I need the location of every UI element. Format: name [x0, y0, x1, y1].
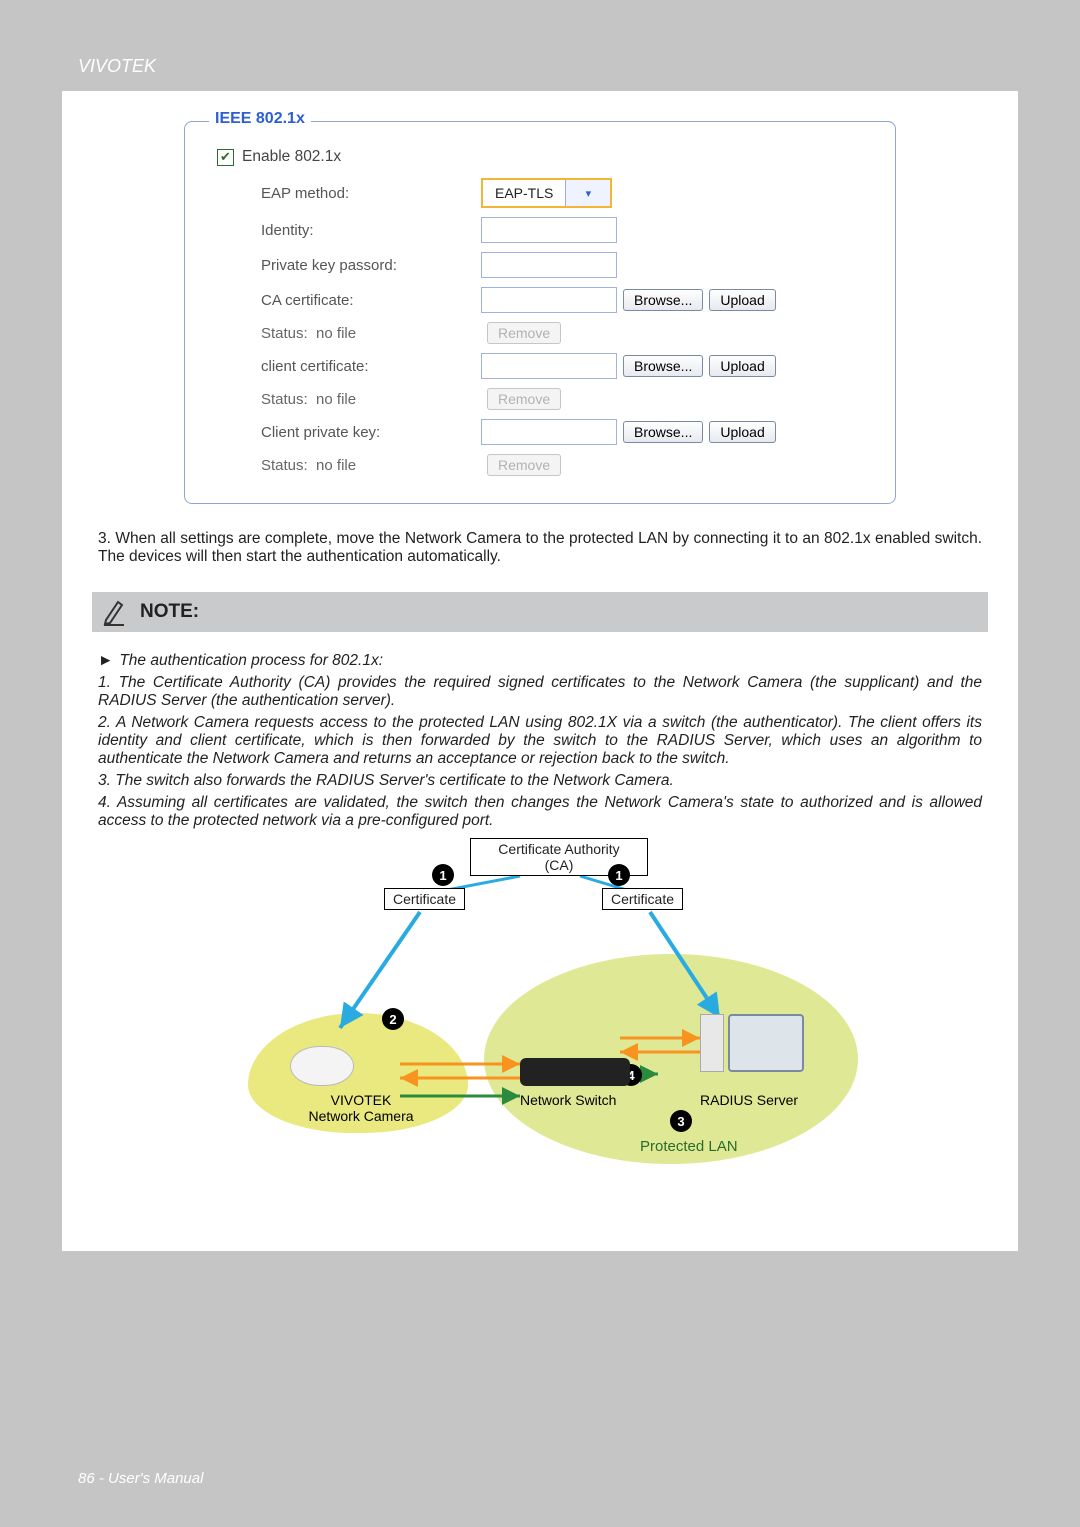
eap-method-label: EAP method: — [261, 185, 481, 202]
client-key-status-value: no file — [316, 457, 356, 474]
ca-upload-button[interactable]: Upload — [709, 289, 775, 311]
note-title: NOTE: — [140, 601, 199, 623]
fieldset-legend: IEEE 802.1x — [209, 110, 311, 128]
camera-label: VIVOTEKNetwork Camera — [286, 1092, 436, 1124]
certificate-right-box: Certificate — [602, 888, 683, 910]
ca-browse-button[interactable]: Browse... — [623, 289, 703, 311]
note-item-1: 1. The Certificate Authority (CA) provid… — [98, 674, 982, 710]
client-key-remove-button: Remove — [487, 454, 561, 476]
ca-status-label: Status: — [261, 325, 308, 342]
client-cert-upload-button[interactable]: Upload — [709, 355, 775, 377]
eap-method-select[interactable]: EAP-TLS ▾ — [481, 178, 612, 208]
ca-certificate-label: CA certificate: — [261, 292, 481, 309]
client-key-upload-button[interactable]: Upload — [709, 421, 775, 443]
page-footer: 86 - User's Manual — [78, 1470, 203, 1487]
private-key-password-input[interactable] — [481, 252, 617, 278]
ca-certificate-file-input[interactable] — [481, 287, 617, 313]
step-1-badge-left: 1 — [432, 864, 454, 886]
client-cert-status-label: Status: — [261, 391, 308, 408]
protected-lan-label: Protected LAN — [640, 1138, 738, 1155]
step-3-badge: 3 — [670, 1110, 692, 1132]
client-cert-status-value: no file — [316, 391, 356, 408]
step-2-badge: 2 — [382, 1008, 404, 1030]
radius-label: RADIUS Server — [700, 1092, 798, 1108]
ca-status-value: no file — [316, 325, 356, 342]
note-item-3: 3. The switch also forwards the RADIUS S… — [98, 772, 982, 790]
chevron-down-icon: ▾ — [565, 180, 610, 206]
manual-title: User's Manual — [108, 1470, 203, 1487]
enable-8021x-checkbox[interactable]: ✔ — [217, 149, 234, 166]
client-private-key-label: Client private key: — [261, 424, 481, 441]
ieee-8021x-fieldset: IEEE 802.1x ✔ Enable 802.1x EAP method: … — [184, 121, 896, 504]
certificate-left-box: Certificate — [384, 888, 465, 910]
radius-server-icon — [700, 1014, 804, 1072]
private-key-password-label: Private key passord: — [261, 257, 481, 274]
note-body: The authentication process for 802.1x: 1… — [92, 640, 988, 830]
enable-8021x-label: Enable 802.1x — [242, 148, 341, 166]
step-1-badge-right: 1 — [608, 864, 630, 886]
client-cert-remove-button: Remove — [487, 388, 561, 410]
client-key-status-label: Status: — [261, 457, 308, 474]
client-certificate-file-input[interactable] — [481, 353, 617, 379]
brand-header: VIVOTEK — [0, 0, 1080, 77]
note-bar: NOTE: — [92, 592, 988, 632]
page-number: 86 — [78, 1470, 95, 1487]
client-key-browse-button[interactable]: Browse... — [623, 421, 703, 443]
authentication-diagram: Certificate Authority (CA) Certificate C… — [220, 838, 860, 1168]
note-item-4: 4. Assuming all certificates are validat… — [98, 794, 982, 830]
identity-input[interactable] — [481, 217, 617, 243]
switch-icon — [520, 1058, 630, 1086]
eap-method-selected: EAP-TLS — [483, 185, 565, 201]
note-item-2: 2. A Network Camera requests access to t… — [98, 714, 982, 768]
client-certificate-label: client certificate: — [261, 358, 481, 375]
identity-label: Identity: — [261, 222, 481, 239]
camera-icon — [290, 1038, 354, 1086]
switch-label: Network Switch — [520, 1092, 616, 1108]
note-intro: The authentication process for 802.1x: — [98, 652, 982, 670]
client-private-key-file-input[interactable] — [481, 419, 617, 445]
client-cert-browse-button[interactable]: Browse... — [623, 355, 703, 377]
ca-remove-button: Remove — [487, 322, 561, 344]
step-3-text: 3. When all settings are complete, move … — [92, 530, 988, 566]
pencil-icon — [102, 598, 126, 626]
